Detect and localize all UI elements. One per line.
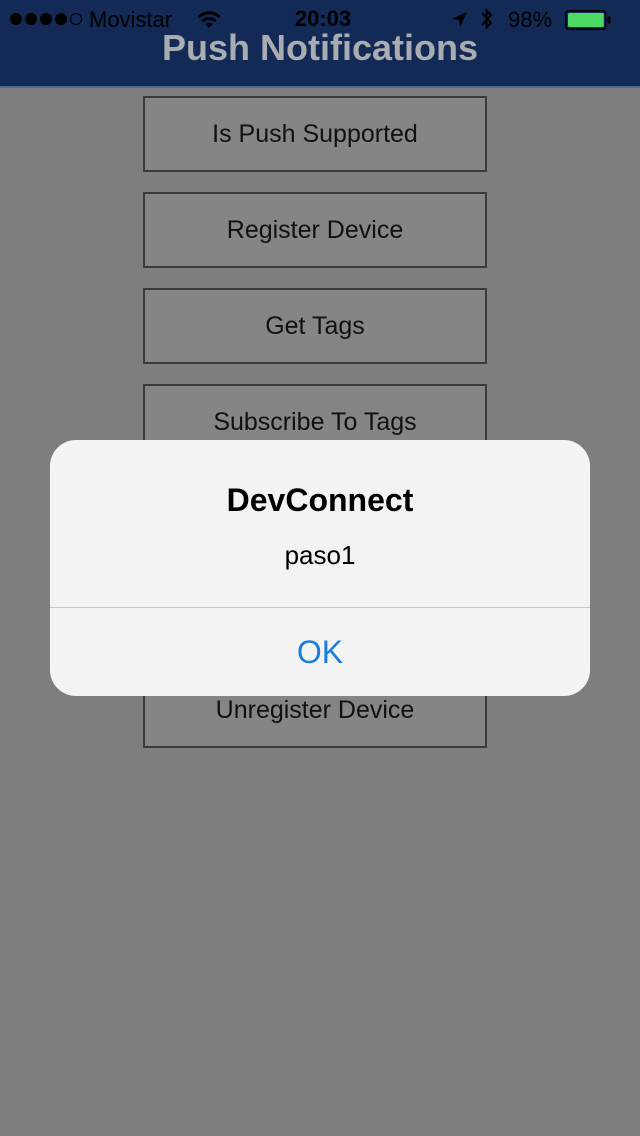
is-push-supported-button[interactable]: Is Push Supported (143, 96, 487, 172)
header: Movistar 20:03 98% Push Notifications (0, 0, 640, 88)
page-title: Push Notifications (161, 27, 479, 68)
register-device-button[interactable]: Register Device (143, 192, 487, 268)
alert-message: paso1 (284, 540, 356, 570)
get-tags-button[interactable]: Get Tags (143, 288, 487, 364)
location-icon (452, 12, 467, 27)
alert-dialog: DevConnect paso1 OK (50, 440, 590, 696)
alert-ok-button[interactable]: OK (50, 608, 590, 696)
alert-title: DevConnect (226, 482, 414, 518)
